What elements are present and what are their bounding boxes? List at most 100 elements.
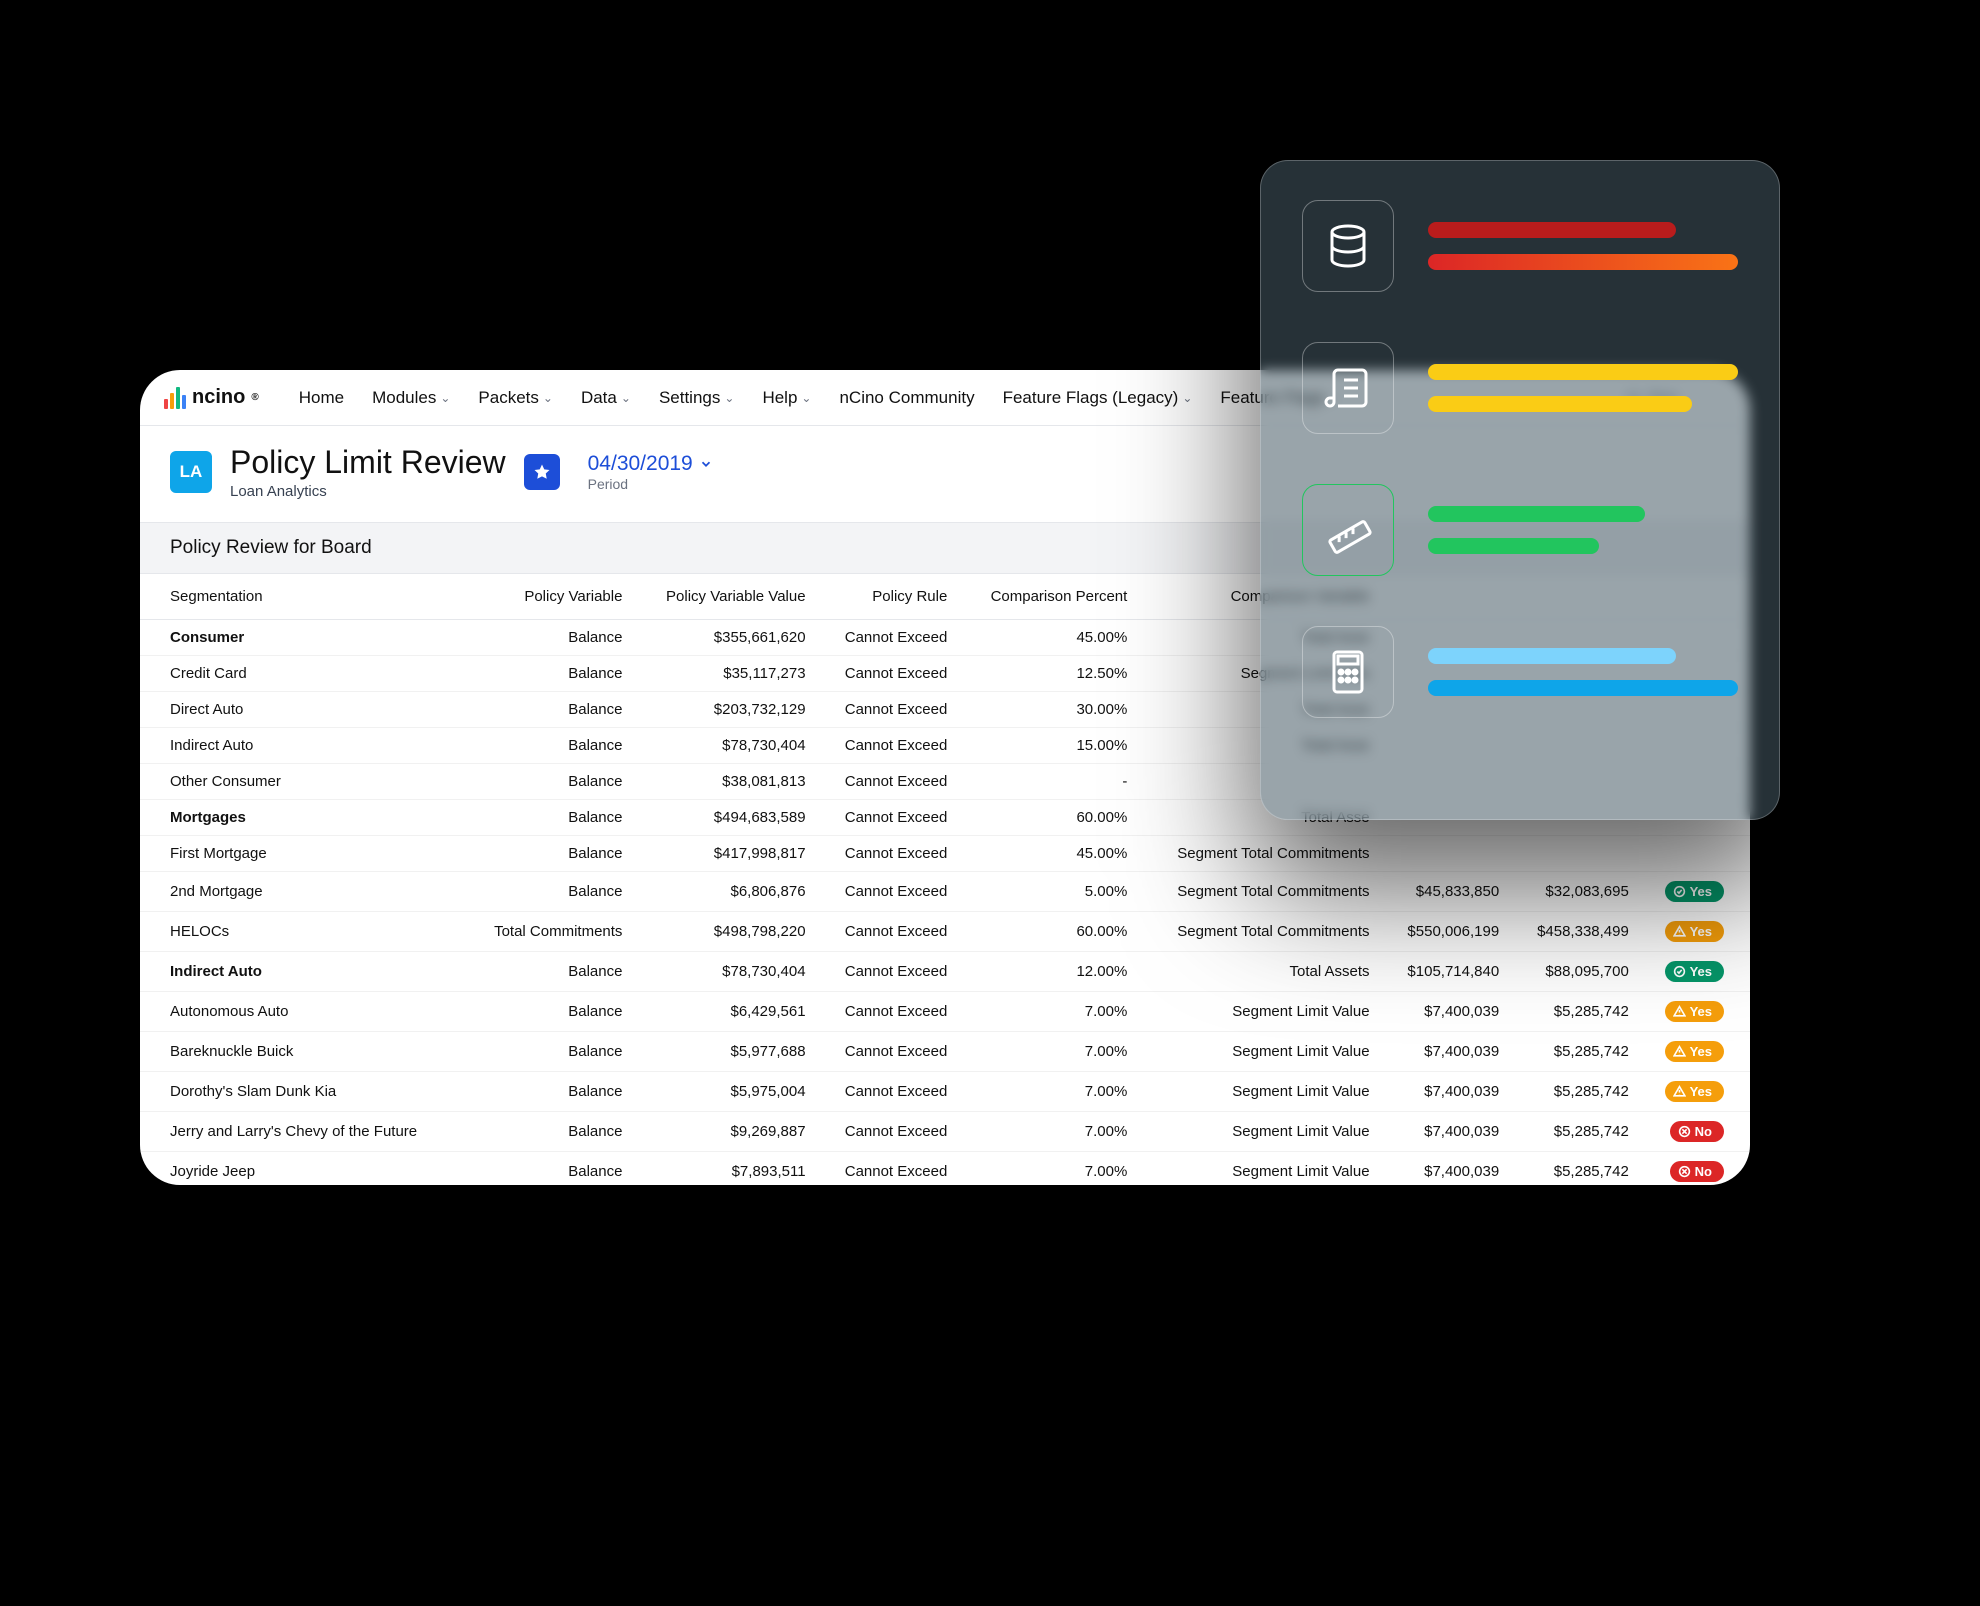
star-icon (533, 463, 551, 481)
table-cell: Segment Limit Value (1139, 1032, 1381, 1072)
table-cell: 45.00% (959, 836, 1139, 872)
table-cell-status: Yes (1641, 992, 1750, 1032)
table-cell: 60.00% (959, 912, 1139, 952)
table-cell: Direct Auto (140, 692, 464, 728)
table-cell: Segment Limit Value (1139, 992, 1381, 1032)
table-cell: Cannot Exceed (818, 764, 960, 800)
table-cell: $78,730,404 (634, 952, 817, 992)
table-cell: Mortgages (140, 800, 464, 836)
nav-item-home[interactable]: Home (287, 382, 356, 414)
table-cell-status (1641, 836, 1750, 872)
status-pill-label: No (1695, 1164, 1712, 1179)
nav-item-feature-flags-legacy-[interactable]: Feature Flags (Legacy)⌄ (991, 382, 1205, 414)
logo-bars-icon (164, 387, 186, 409)
table-cell: Cannot Exceed (818, 992, 960, 1032)
table-cell: $5,285,742 (1511, 1152, 1641, 1186)
table-cell: Segment Limit Value (1139, 1072, 1381, 1112)
table-cell-status: Yes (1641, 1032, 1750, 1072)
table-cell: Balance (464, 1072, 635, 1112)
nav-item-settings[interactable]: Settings⌄ (647, 382, 747, 414)
table-row[interactable]: 2nd MortgageBalance$6,806,876Cannot Exce… (140, 872, 1750, 912)
table-cell: Segment Total Commitments (1139, 872, 1381, 912)
status-pill-label: Yes (1690, 884, 1712, 899)
product-badge: LA (170, 451, 212, 493)
nav-item-label: Packets (478, 388, 538, 408)
table-cell-status: Yes (1641, 872, 1750, 912)
table-cell: Cannot Exceed (818, 1072, 960, 1112)
table-row[interactable]: Joyride JeepBalance$7,893,511Cannot Exce… (140, 1152, 1750, 1186)
calculator-icon[interactable] (1302, 626, 1394, 718)
column-header[interactable]: Policy Variable Value (634, 574, 817, 620)
table-row[interactable]: Dorothy's Slam Dunk KiaBalance$5,975,004… (140, 1072, 1750, 1112)
database-icon[interactable] (1302, 200, 1394, 292)
table-row[interactable]: Indirect AutoBalance$78,730,404Cannot Ex… (140, 952, 1750, 992)
status-pill: Yes (1665, 1081, 1724, 1102)
chevron-down-icon: ⌄ (621, 391, 631, 405)
status-pill: No (1670, 1121, 1724, 1142)
nav-item-data[interactable]: Data ⌄ (569, 382, 643, 414)
table-cell: Segment Limit Value (1139, 1152, 1381, 1186)
table-cell: $5,975,004 (634, 1072, 817, 1112)
table-cell: Balance (464, 620, 635, 656)
table-row[interactable]: Autonomous AutoBalance$6,429,561Cannot E… (140, 992, 1750, 1032)
glass-bar (1428, 648, 1676, 664)
scroll-icon[interactable] (1302, 342, 1394, 434)
table-cell: Cannot Exceed (818, 620, 960, 656)
table-cell: $7,400,039 (1382, 1112, 1512, 1152)
table-cell: $7,400,039 (1382, 1032, 1512, 1072)
table-row[interactable]: First MortgageBalance$417,998,817Cannot … (140, 836, 1750, 872)
table-cell: Cannot Exceed (818, 1112, 960, 1152)
table-cell: Balance (464, 836, 635, 872)
nav-item-label: nCino Community (839, 388, 974, 408)
table-row[interactable]: HELOCsTotal Commitments$498,798,220Canno… (140, 912, 1750, 952)
table-cell: Cannot Exceed (818, 1152, 960, 1186)
period-label: Period (588, 476, 628, 492)
table-cell: Balance (464, 764, 635, 800)
table-cell: Segment Total Commitments (1139, 836, 1381, 872)
table-cell: 30.00% (959, 692, 1139, 728)
status-pill: Yes (1665, 1001, 1724, 1022)
glass-row (1302, 626, 1738, 718)
table-cell: Consumer (140, 620, 464, 656)
ruler-icon[interactable] (1302, 484, 1394, 576)
brand-logo: ncino® (164, 386, 259, 409)
status-pill-label: No (1695, 1124, 1712, 1139)
status-pill: Yes (1665, 881, 1724, 902)
table-cell: Cannot Exceed (818, 800, 960, 836)
table-cell: 45.00% (959, 620, 1139, 656)
table-cell: 15.00% (959, 728, 1139, 764)
table-cell: Segment Limit Value (1139, 1112, 1381, 1152)
table-row[interactable]: Jerry and Larry's Chevy of the FutureBal… (140, 1112, 1750, 1152)
table-cell: Cannot Exceed (818, 872, 960, 912)
favorite-button[interactable] (524, 454, 560, 490)
nav-items: HomeModules⌄Packets⌄Data⌄Settings⌄Help⌄n… (287, 382, 1352, 414)
table-cell: Balance (464, 656, 635, 692)
table-cell: Joyride Jeep (140, 1152, 464, 1186)
table-cell: Balance (464, 992, 635, 1032)
table-cell: 12.50% (959, 656, 1139, 692)
table-cell: Bareknuckle Buick (140, 1032, 464, 1072)
table-cell: $88,095,700 (1511, 952, 1641, 992)
table-row[interactable]: Bareknuckle BuickBalance$5,977,688Cannot… (140, 1032, 1750, 1072)
table-cell: $355,661,620 (634, 620, 817, 656)
column-header[interactable]: Comparison Percent (959, 574, 1139, 620)
table-cell-status: Yes (1641, 952, 1750, 992)
period-selector[interactable]: 04/30/2019 Period (588, 452, 713, 492)
glass-bar (1428, 364, 1738, 380)
column-header[interactable]: Policy Rule (818, 574, 960, 620)
glass-bars (1428, 506, 1738, 554)
nav-item-label: Modules (372, 388, 436, 408)
table-cell: $417,998,817 (634, 836, 817, 872)
chevron-down-icon: ⌄ (724, 391, 734, 405)
nav-item-ncino-community[interactable]: nCino Community (827, 382, 986, 414)
nav-item-modules[interactable]: Modules⌄ (360, 382, 462, 414)
table-cell: $498,798,220 (634, 912, 817, 952)
column-header[interactable]: Policy Variable (464, 574, 635, 620)
glass-bar (1428, 222, 1676, 238)
column-header[interactable]: Segmentation (140, 574, 464, 620)
nav-item-help[interactable]: Help⌄ (750, 382, 823, 414)
table-cell-status: Yes (1641, 912, 1750, 952)
nav-item-packets[interactable]: Packets⌄ (466, 382, 565, 414)
glass-bar (1428, 254, 1738, 270)
nav-item-label: Data (581, 388, 617, 408)
